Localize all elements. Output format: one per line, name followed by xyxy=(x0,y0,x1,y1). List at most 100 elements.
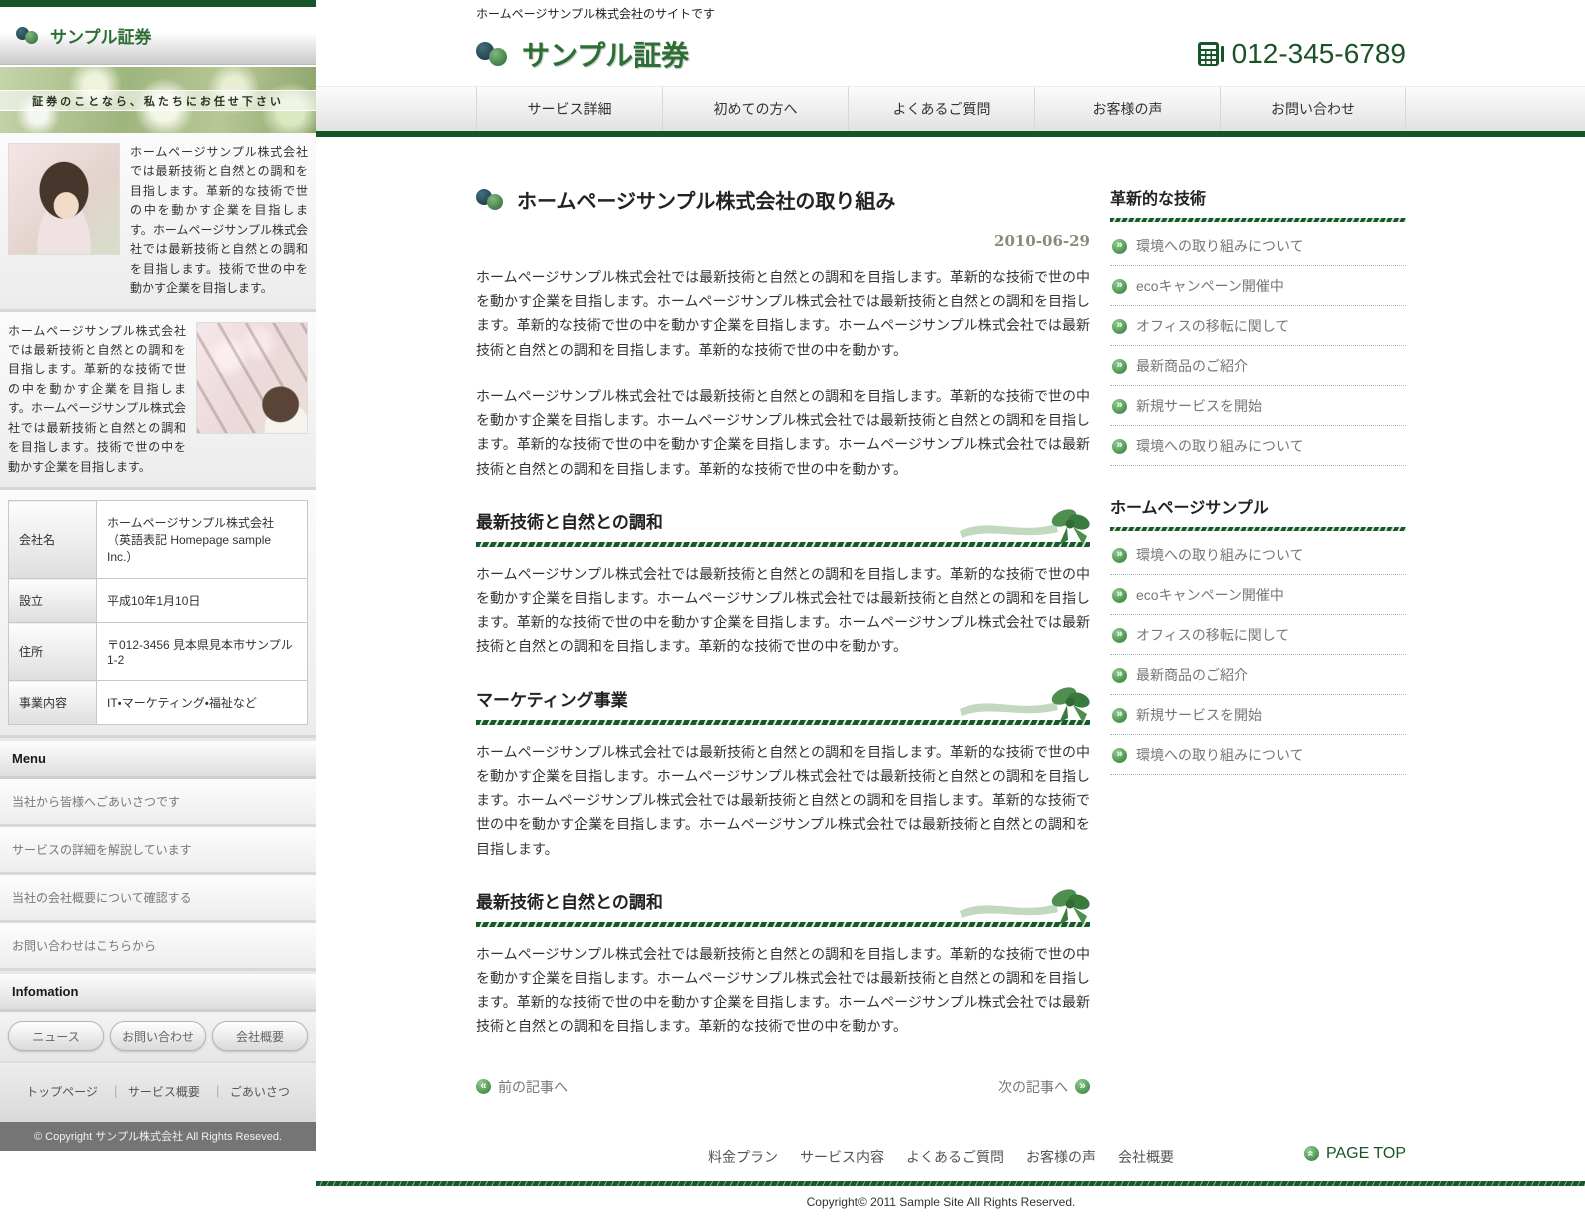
next-article-link[interactable]: 次の記事へ » xyxy=(998,1077,1090,1097)
double-chevron-icon: » xyxy=(1112,359,1127,374)
news-link-label: 環境への取り組みについて xyxy=(1136,745,1304,765)
page-top-label: PAGE TOP xyxy=(1326,1145,1406,1163)
news-link[interactable]: » オフィスの移転に関して xyxy=(1110,615,1406,655)
news-link[interactable]: » 最新商品のご紹介 xyxy=(1110,346,1406,386)
article-section: マーケティング事業 ホームページサンプル株式会社では最新技術と自然との調和を目指… xyxy=(476,686,1090,861)
double-chevron-icon: » xyxy=(1112,628,1127,643)
site-note: ホームページサンプル株式会社のサイトです xyxy=(476,0,1585,22)
ribbon-icon xyxy=(960,885,1090,927)
nav-item-faq[interactable]: よくあるご質問 xyxy=(848,87,1034,131)
prev-article-link[interactable]: « 前の記事へ xyxy=(476,1077,568,1097)
company-row-label: 事業内容 xyxy=(9,681,97,725)
company-row-value: IT・マーケティング・福祉など xyxy=(97,681,308,725)
news-link-label: 最新商品のご紹介 xyxy=(1136,356,1248,376)
double-chevron-icon: » xyxy=(1112,748,1127,763)
news-link-label: 環境への取り組みについて xyxy=(1136,436,1304,456)
news-link[interactable]: »ecoキャンペーン開催中 xyxy=(1110,266,1406,306)
footer-link-company[interactable]: 会社概要 xyxy=(1118,1147,1174,1167)
sidebar-flower-banner: 証券のことなら、私たちにお任せ下さい xyxy=(0,67,316,133)
separator: ｜ xyxy=(110,1085,122,1099)
logo-circles-icon xyxy=(476,189,506,210)
header-brand[interactable]: サンプル証券 xyxy=(476,34,689,74)
ribbon-icon xyxy=(960,505,1090,547)
news-link-label: 環境への取り組みについて xyxy=(1136,545,1304,565)
next-label: 次の記事へ xyxy=(998,1077,1068,1097)
nav-item-contact[interactable]: お問い合わせ xyxy=(1220,87,1406,131)
page-top-link[interactable]: » PAGE TOP xyxy=(1304,1145,1406,1163)
banner-tagline: 証券のことなら、私たちにお任せ下さい xyxy=(0,90,316,111)
footer-link-plan[interactable]: 料金プラン xyxy=(708,1147,778,1167)
news-link-label: 環境への取り組みについて xyxy=(1136,236,1304,256)
prev-next-row: « 前の記事へ 次の記事へ » xyxy=(476,1077,1090,1097)
footer-link-service[interactable]: サービス内容 xyxy=(800,1147,884,1167)
sidebar-footnav-service[interactable]: サービス概要 xyxy=(128,1085,200,1099)
news-link-label: オフィスの移転に関して xyxy=(1136,625,1289,645)
about-text: ホームページサンプル株式会社では最新技術と自然との調和を目指します。革新的な技術… xyxy=(8,322,186,478)
company-row-value: 平成10年1月10日 xyxy=(97,579,308,623)
sidebar-menu-item-greeting[interactable]: 当社から皆様へごあいさつです xyxy=(0,779,316,827)
footer-copyright: Copyright© 2011 Sample Site All Rights R… xyxy=(476,1186,1406,1218)
sidebar-footnav-greeting[interactable]: ごあいさつ xyxy=(230,1085,290,1099)
double-chevron-icon: » xyxy=(1112,239,1127,254)
header-phone[interactable]: 012-345-6789 xyxy=(1197,38,1406,70)
sidebar-footnav-top[interactable]: トップページ xyxy=(26,1085,98,1099)
prev-label: 前の記事へ xyxy=(498,1077,568,1097)
sidebar-top-accent-bar xyxy=(0,0,316,7)
article-section: 最新技術と自然との調和 ホームページサンプル株式会社では最新技術と自然との調和を… xyxy=(476,888,1090,1039)
double-chevron-icon: » xyxy=(1112,668,1127,683)
page-header: サンプル証券 012-345-6789 xyxy=(476,22,1406,86)
company-info-table: 会社名 ホームページサンプル株式会社 （英語表記 Homepage sample… xyxy=(8,500,308,725)
sidebar-menu-item-service[interactable]: サービスの詳細を解説しています xyxy=(0,827,316,875)
company-row-value: ホームページサンプル株式会社 （英語表記 Homepage sample Inc… xyxy=(97,501,308,579)
logo-circles-icon xyxy=(16,27,42,44)
footer-link-voice[interactable]: お客様の声 xyxy=(1026,1147,1096,1167)
news-link[interactable]: »環境への取り組みについて xyxy=(1110,426,1406,466)
phone-number: 012-345-6789 xyxy=(1232,38,1406,70)
sidebar-logo[interactable]: サンプル証券 xyxy=(0,7,316,65)
nav-item-beginners[interactable]: 初めての方へ xyxy=(662,87,848,131)
news-section-title: 革新的な技術 xyxy=(1110,185,1406,209)
striped-divider xyxy=(1110,527,1406,531)
news-button[interactable]: ニュース xyxy=(8,1021,104,1051)
double-chevron-icon: » xyxy=(1112,708,1127,723)
section-body: ホームページサンプル株式会社では最新技術と自然との調和を目指します。革新的な技術… xyxy=(476,740,1090,861)
article-paragraph: ホームページサンプル株式会社では最新技術と自然との調和を目指します。革新的な技術… xyxy=(476,384,1090,481)
news-link[interactable]: »環境への取り組みについて xyxy=(1110,535,1406,575)
main-nav: サービス詳細 初めての方へ よくあるご質問 お客様の声 お問い合わせ xyxy=(316,86,1585,131)
page-title: ホームページサンプル株式会社の取り組み xyxy=(517,185,895,214)
contact-button[interactable]: お問い合わせ xyxy=(110,1021,206,1051)
table-row: 事業内容 IT・マーケティング・福祉など xyxy=(9,681,308,725)
footer-link-faq[interactable]: よくあるご質問 xyxy=(906,1147,1004,1167)
ribbon-icon xyxy=(960,683,1090,725)
news-link[interactable]: » 環境への取り組みについて xyxy=(1110,735,1406,775)
double-chevron-icon: » xyxy=(1112,588,1127,603)
news-link[interactable]: »最新商品のご紹介 xyxy=(1110,655,1406,695)
about-text: ホームページサンプル株式会社では最新技術と自然との調和を目指します。革新的な技術… xyxy=(130,143,308,299)
footer-links: 料金プラン サービス内容 よくあるご質問 お客様の声 会社概要 xyxy=(476,1147,1406,1181)
company-info-block: 会社名 ホームページサンプル株式会社 （英語表記 Homepage sample… xyxy=(0,490,316,738)
nav-item-service[interactable]: サービス詳細 xyxy=(476,87,662,131)
portrait-photo xyxy=(8,143,120,255)
news-link[interactable]: » 環境への取り組みについて xyxy=(1110,226,1406,266)
news-link-label: 新規サービスを開始 xyxy=(1136,396,1262,416)
sidebar-menu-item-company[interactable]: 当社の会社概要について確認する xyxy=(0,875,316,923)
news-link[interactable]: » 新規サービスを開始 xyxy=(1110,386,1406,426)
news-section: ホームページサンプル » 環境への取り組みについて »ecoキャンペーン開催中 »… xyxy=(1110,494,1406,775)
company-button[interactable]: 会社概要 xyxy=(212,1021,308,1051)
news-link[interactable]: »ecoキャンペーン開催中 xyxy=(1110,575,1406,615)
logo-circles-icon xyxy=(476,42,510,66)
table-row: 会社名 ホームページサンプル株式会社 （英語表記 Homepage sample… xyxy=(9,501,308,579)
news-list: » 環境への取り組みについて »ecoキャンペーン開催中 »オフィスの移転に関して… xyxy=(1110,226,1406,466)
section-body: ホームページサンプル株式会社では最新技術と自然との調和を目指します。革新的な技術… xyxy=(476,562,1090,659)
news-section-title: ホームページサンプル xyxy=(1110,494,1406,518)
nav-item-voice[interactable]: お客様の声 xyxy=(1034,87,1220,131)
news-link[interactable]: »オフィスの移転に関して xyxy=(1110,306,1406,346)
article-paragraph: ホームページサンプル株式会社では最新技術と自然との調和を目指します。革新的な技術… xyxy=(476,265,1090,362)
news-link[interactable]: »新規サービスを開始 xyxy=(1110,695,1406,735)
double-chevron-icon: » xyxy=(1112,399,1127,414)
sidebar-menu-item-contact[interactable]: お問い合わせはこちらから xyxy=(0,923,316,971)
sidebar-footer-nav: トップページ｜サービス概要｜ごあいさつ xyxy=(0,1063,316,1122)
table-row: 設立 平成10年1月10日 xyxy=(9,579,308,623)
company-row-label: 住所 xyxy=(9,623,97,681)
about-block-bottom: ホームページサンプル株式会社では最新技術と自然との調和を目指します。革新的な技術… xyxy=(0,312,316,491)
